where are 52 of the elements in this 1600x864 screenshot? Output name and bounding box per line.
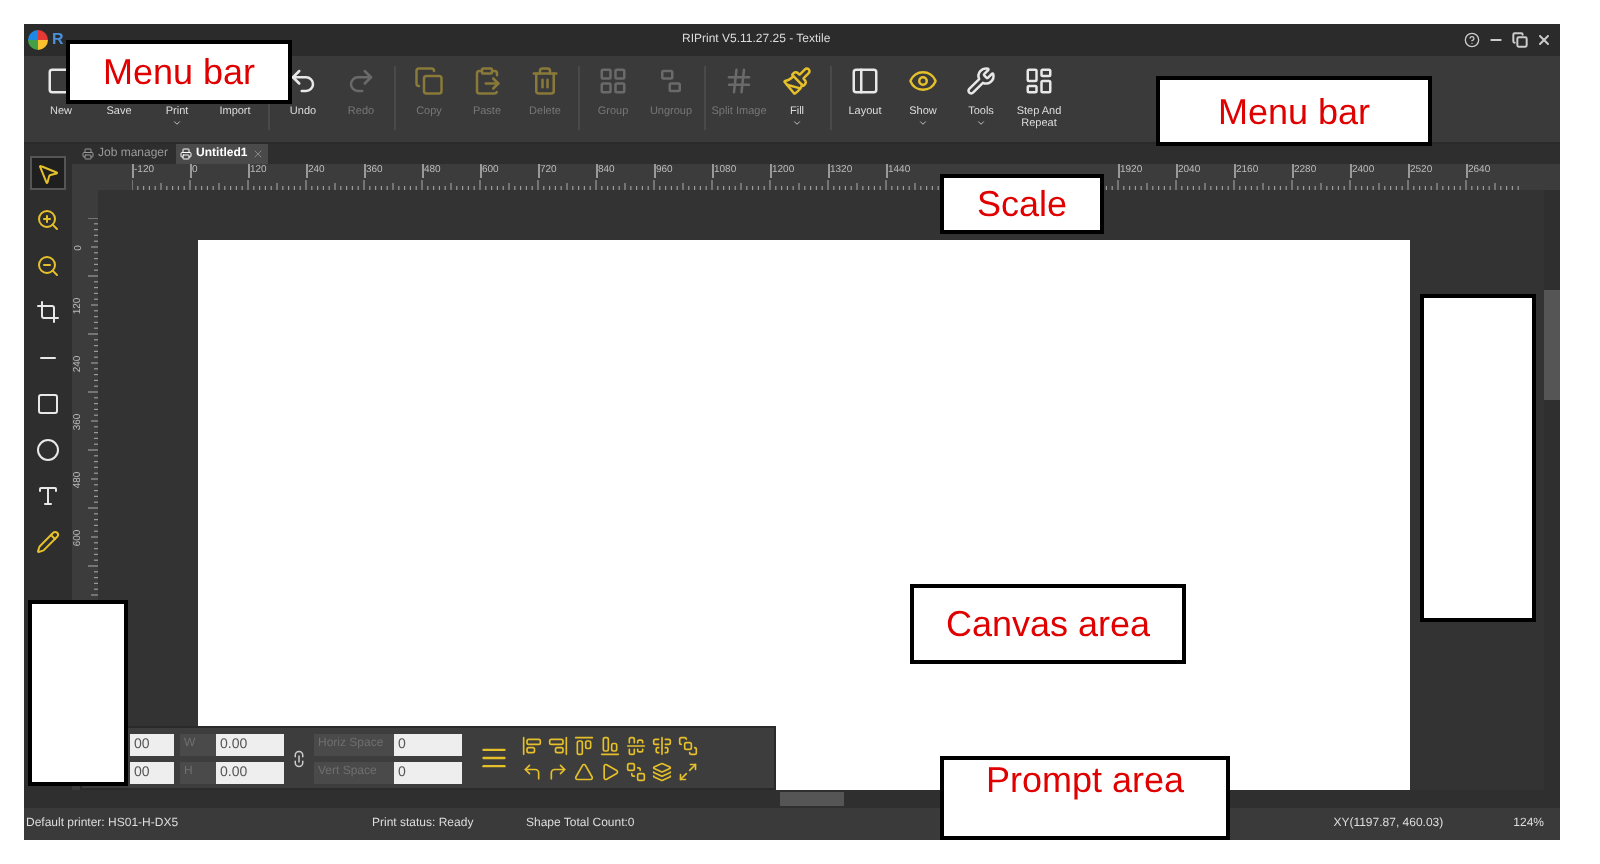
redo-icon	[346, 66, 376, 96]
undo-icon	[288, 66, 318, 96]
align-center-icon[interactable]	[626, 735, 646, 755]
close-icon[interactable]	[1536, 32, 1552, 48]
callout-tooltip: Scale	[940, 174, 1104, 234]
eye-icon	[908, 66, 938, 96]
printer-icon	[180, 148, 193, 160]
scroll-thumb[interactable]	[1544, 290, 1560, 400]
align-bottom-icon[interactable]	[600, 735, 620, 755]
callout-tooltip: Prompt area	[940, 756, 1230, 840]
ungroup-icon	[656, 66, 686, 96]
zoom-in-icon	[36, 207, 60, 231]
help-icon[interactable]	[1464, 32, 1480, 48]
hash-icon	[724, 66, 754, 96]
copy-icon	[414, 66, 444, 96]
printer-icon	[82, 148, 94, 160]
paste-icon	[472, 66, 502, 96]
scroll-thumb[interactable]	[780, 792, 844, 806]
zoom-out-icon	[36, 253, 60, 277]
pencil-icon	[36, 529, 60, 553]
back-icon[interactable]	[626, 761, 646, 781]
layout-icon	[850, 66, 880, 96]
align-left-icon[interactable]	[522, 735, 542, 755]
callout-tooltip: Menu bar	[66, 40, 292, 104]
resize-icon[interactable]	[678, 761, 698, 781]
flip-vertical-icon[interactable]	[574, 761, 594, 781]
logo-letter: R	[52, 28, 64, 52]
text-icon	[36, 483, 60, 507]
rectangle-icon	[36, 391, 60, 415]
align-top-icon[interactable]	[574, 735, 594, 755]
callout-tooltip: Menu bar	[1156, 76, 1432, 146]
layers-icon[interactable]	[652, 761, 672, 781]
flip-horizontal-icon[interactable]	[600, 761, 620, 781]
distribute-icon[interactable]	[480, 744, 508, 772]
restore-icon[interactable]	[1512, 32, 1528, 48]
crop-icon	[36, 299, 60, 323]
align-right-icon[interactable]	[548, 735, 568, 755]
align-middle-icon[interactable]	[652, 735, 672, 755]
rotate-right-icon[interactable]	[548, 761, 568, 781]
ellipse-icon	[36, 437, 60, 461]
callout-tooltip: Canvas area	[910, 584, 1186, 664]
logo-icon	[28, 30, 48, 50]
front-icon[interactable]	[678, 735, 698, 755]
wrench-icon	[966, 66, 996, 96]
pointer-icon	[36, 161, 60, 185]
rotate-left-icon[interactable]	[522, 761, 542, 781]
brush-icon	[782, 66, 812, 96]
tool-button[interactable]	[30, 156, 66, 190]
grid-icon	[598, 66, 628, 96]
trash-icon	[530, 66, 560, 96]
dashboard-icon	[1024, 66, 1054, 96]
link-icon[interactable]	[290, 749, 308, 767]
